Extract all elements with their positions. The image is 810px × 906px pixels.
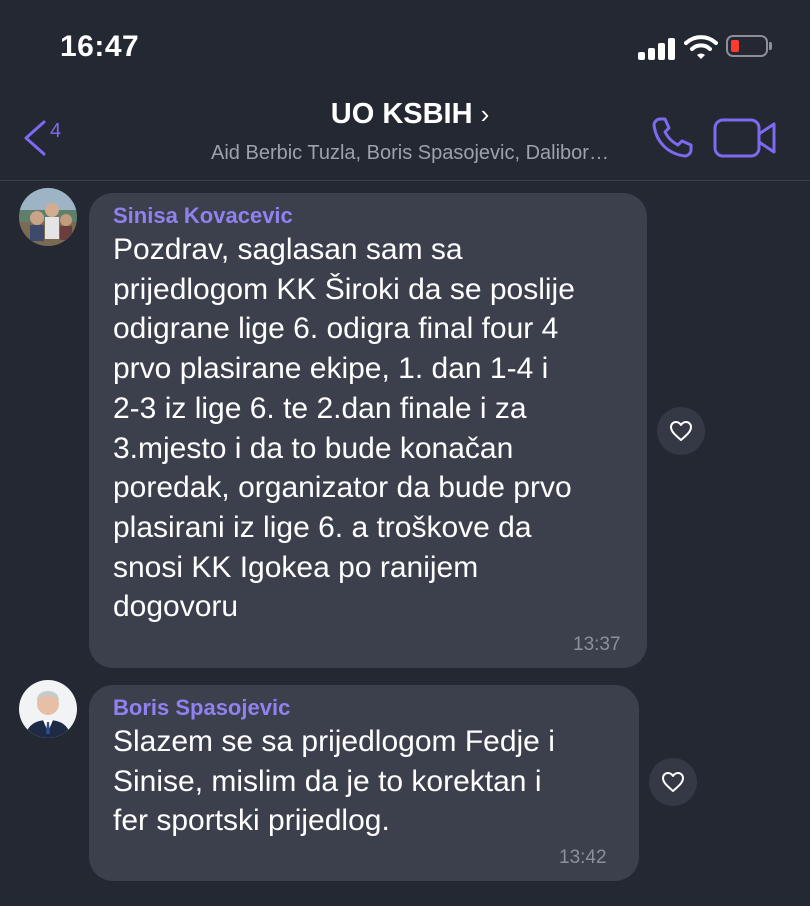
message-bubble[interactable]: Boris Spasojevic Slazem se sa prijedlogo… — [89, 685, 639, 881]
like-button[interactable] — [657, 407, 705, 455]
heart-icon — [662, 772, 684, 792]
avatar[interactable] — [19, 680, 77, 738]
battery-low-icon — [726, 35, 772, 59]
cellular-signal-icon — [638, 38, 676, 60]
message-sender[interactable]: Boris Spasojevic — [113, 695, 290, 721]
heart-icon — [670, 421, 692, 441]
wifi-icon — [684, 35, 718, 59]
chat-members-subtitle[interactable]: Aid Berbic Tuzla, Boris Spasojevic, Dali… — [110, 142, 710, 165]
chat-title: UO KSBIH — [330, 98, 473, 130]
message-time: 13:37 — [573, 634, 621, 655]
phone-call-icon[interactable] — [650, 114, 696, 160]
chevron-right-icon: › — [480, 99, 490, 129]
message-time: 13:42 — [559, 847, 607, 868]
message-text: Slazem se sa prijedlogom Fedje i Sinise,… — [113, 725, 555, 838]
chat-header: 4 UO KSBIH › Aid Berbic Tuzla, Boris Spas… — [0, 90, 810, 181]
back-unread-count[interactable]: 4 — [50, 120, 61, 143]
chat-title-button[interactable]: UO KSBIH › — [110, 98, 710, 131]
avatar[interactable] — [19, 188, 77, 246]
like-button[interactable] — [649, 758, 697, 806]
message-sender[interactable]: Sinisa Kovacevic — [113, 203, 293, 229]
video-call-icon[interactable] — [712, 117, 778, 159]
status-bar: 16:47 — [0, 0, 810, 90]
message-bubble[interactable]: Sinisa Kovacevic Pozdrav, saglasan sam s… — [89, 193, 647, 668]
back-chevron-icon[interactable] — [20, 118, 70, 158]
status-time: 16:47 — [60, 30, 140, 63]
message-text: Pozdrav, saglasan sam sa prijedlogom KK … — [113, 233, 575, 624]
